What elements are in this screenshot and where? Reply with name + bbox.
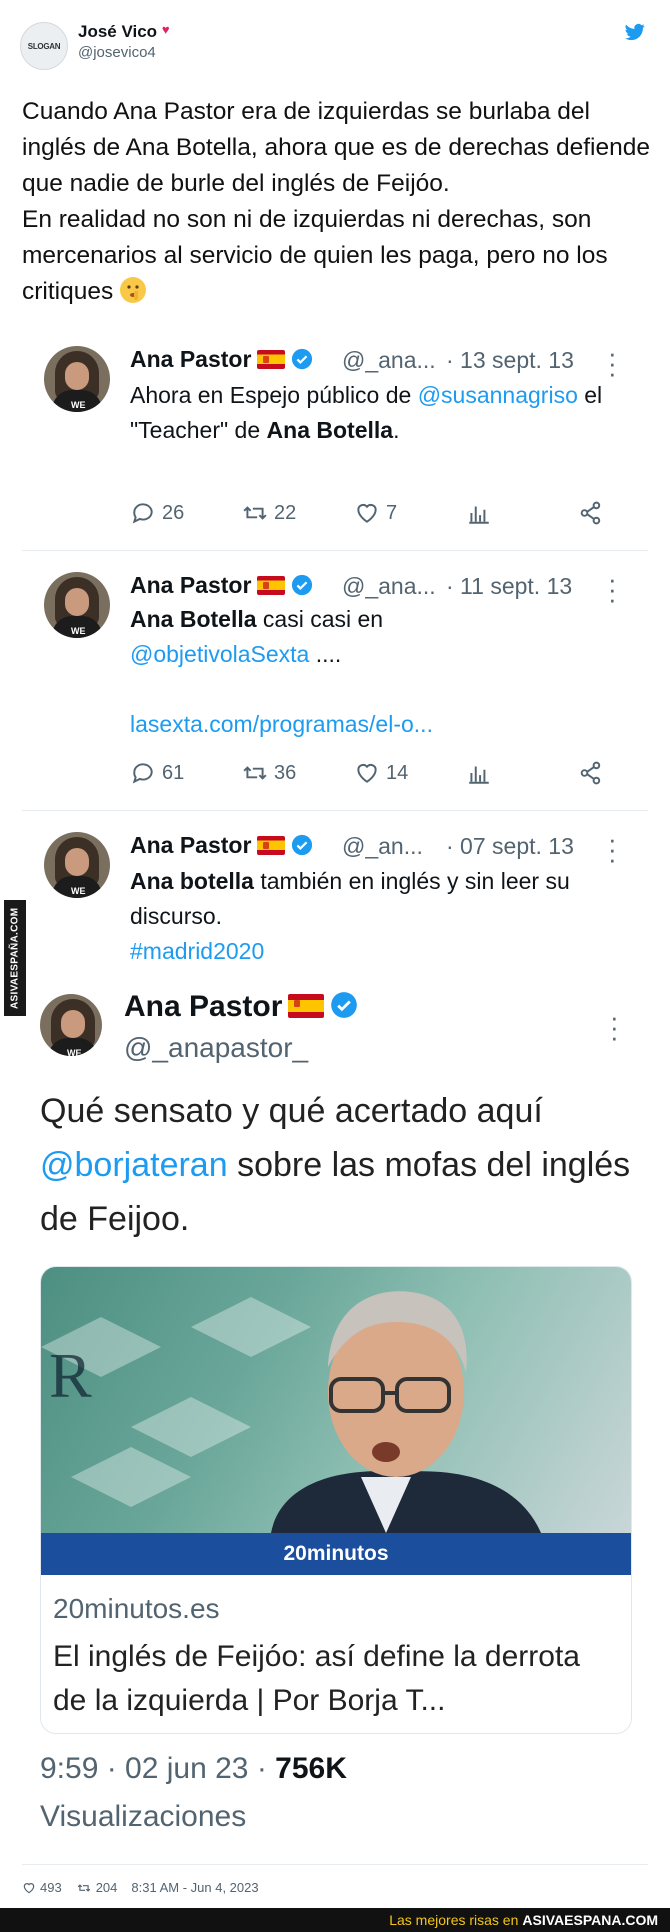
quoted-handle[interactable]: @_an... bbox=[342, 833, 423, 860]
embedded-author-name[interactable]: Ana Pastor bbox=[124, 990, 358, 1024]
divider bbox=[22, 1864, 648, 1865]
card-title: El inglés de Feijóo: así define la derro… bbox=[53, 1640, 580, 1717]
card-domain: 20minutos.es bbox=[53, 1593, 220, 1624]
more-options-icon[interactable]: · · · bbox=[610, 1004, 619, 1050]
hashtag-link[interactable]: #madrid2020 bbox=[130, 938, 264, 964]
side-watermark: ASIVAESPAÑA.COM bbox=[4, 900, 26, 1016]
views-label: Visualizaciones bbox=[40, 1800, 247, 1833]
quoted-body: Ahora en Espejo público de @susannagriso… bbox=[130, 382, 603, 443]
svg-text:R: R bbox=[49, 1340, 92, 1411]
more-options-icon[interactable]: · · · bbox=[608, 340, 617, 386]
mention-link[interactable]: @susannagriso bbox=[418, 382, 578, 408]
more-options-icon[interactable]: · · · bbox=[608, 566, 617, 612]
quoted-avatar[interactable]: WE bbox=[44, 346, 110, 412]
like-count[interactable]: 7 bbox=[354, 500, 397, 526]
spain-flag-icon bbox=[257, 576, 286, 595]
spain-flag-icon bbox=[257, 836, 286, 855]
quoted-handle[interactable]: @_ana... bbox=[342, 573, 436, 600]
bottom-watermark-bar[interactable]: Las mejores risas en ASIVAESPANA.COM bbox=[0, 1908, 670, 1932]
quoted-author-name[interactable]: Ana Pastor bbox=[130, 346, 313, 373]
like-count[interactable]: 14 bbox=[354, 760, 408, 786]
embedded-avatar[interactable]: WE bbox=[40, 994, 102, 1056]
tweet-footer: 493 204 8:31 AM - Jun 4, 2023 bbox=[22, 1880, 259, 1895]
analytics-icon[interactable] bbox=[466, 500, 492, 526]
footer-retweet-count[interactable]: 204 bbox=[76, 1880, 117, 1895]
quoted-body: Ana botella también en inglés y sin leer… bbox=[130, 868, 570, 964]
retweet-icon bbox=[243, 506, 267, 520]
analytics-icon[interactable] bbox=[466, 760, 492, 786]
heart-icon bbox=[357, 503, 377, 523]
shushing-face-emoji-icon bbox=[120, 277, 147, 303]
author-handle[interactable]: @josevico4 bbox=[78, 44, 156, 61]
retweet-count[interactable]: 36 bbox=[242, 760, 296, 786]
quoted-date[interactable]: · 13 sept. 13 bbox=[446, 347, 574, 374]
embedded-timestamp[interactable]: 9:59 · 02 jun 23 · 756K bbox=[40, 1752, 347, 1786]
views-count: 756K bbox=[275, 1752, 347, 1785]
share-icon[interactable] bbox=[578, 760, 604, 786]
quoted-handle[interactable]: @_ana... bbox=[342, 347, 436, 374]
more-options-icon[interactable]: · · · bbox=[608, 826, 617, 872]
retweet-icon bbox=[77, 1883, 90, 1892]
bottom-watermark-brand: ASIVAESPANA.COM bbox=[522, 1912, 658, 1928]
footer-like-count[interactable]: 493 bbox=[22, 1880, 62, 1895]
verified-badge-icon bbox=[292, 348, 313, 370]
reply-count[interactable]: 26 bbox=[130, 500, 184, 526]
share-icon[interactable] bbox=[578, 500, 604, 526]
link-card[interactable]: R 20minutos 20minutos.es El inglés de Fe… bbox=[40, 1266, 632, 1734]
embedded-text: Qué sensato y qué acertado aquí @borjate… bbox=[40, 1092, 631, 1238]
divider bbox=[22, 550, 648, 551]
quoted-author-name[interactable]: Ana Pastor bbox=[130, 572, 313, 599]
heart-icon bbox=[357, 763, 377, 783]
bottom-watermark-text: Las mejores risas en bbox=[389, 1912, 519, 1928]
card-banner: 20minutos bbox=[41, 1533, 631, 1575]
retweet-count[interactable]: 22 bbox=[242, 500, 296, 526]
heart-badge-icon: ♥ bbox=[161, 22, 170, 37]
retweet-icon bbox=[243, 766, 267, 780]
reply-icon bbox=[132, 503, 153, 524]
quoted-avatar[interactable]: WE bbox=[44, 832, 110, 898]
twitter-bird-icon[interactable] bbox=[624, 22, 646, 42]
author-avatar-logo-text: SLOGAN bbox=[27, 41, 61, 51]
external-link[interactable]: lasexta.com/programas/el-o... bbox=[130, 711, 433, 737]
reply-count[interactable]: 61 bbox=[130, 760, 184, 786]
spain-flag-icon bbox=[288, 994, 325, 1018]
quoted-date[interactable]: · 07 sept. 13 bbox=[446, 833, 574, 860]
divider bbox=[22, 810, 648, 811]
embedded-handle[interactable]: @_anapastor_ bbox=[124, 1032, 308, 1064]
card-image: R bbox=[41, 1267, 631, 1533]
verified-badge-icon bbox=[331, 992, 358, 1018]
author-avatar[interactable]: SLOGAN bbox=[20, 22, 68, 70]
author-name[interactable]: José Vico ♥ bbox=[78, 22, 170, 42]
mention-link[interactable]: @borjateran bbox=[40, 1146, 228, 1184]
quoted-avatar[interactable]: WE bbox=[44, 572, 110, 638]
reply-icon bbox=[132, 763, 153, 784]
quoted-author-name[interactable]: Ana Pastor bbox=[130, 832, 313, 859]
mention-link[interactable]: @objetivolaSexta bbox=[130, 641, 309, 667]
footer-timestamp[interactable]: 8:31 AM - Jun 4, 2023 bbox=[131, 1880, 258, 1895]
spain-flag-icon bbox=[257, 350, 286, 369]
heart-icon bbox=[23, 1882, 35, 1893]
quoted-body: Ana Botella casi casi en @objetivolaSext… bbox=[130, 606, 433, 737]
verified-badge-icon bbox=[292, 574, 313, 596]
tweet-text: Cuando Ana Pastor era de izquierdas se b… bbox=[22, 98, 650, 305]
verified-badge-icon bbox=[292, 834, 313, 856]
quoted-date[interactable]: · 11 sept. 13 bbox=[446, 573, 572, 600]
